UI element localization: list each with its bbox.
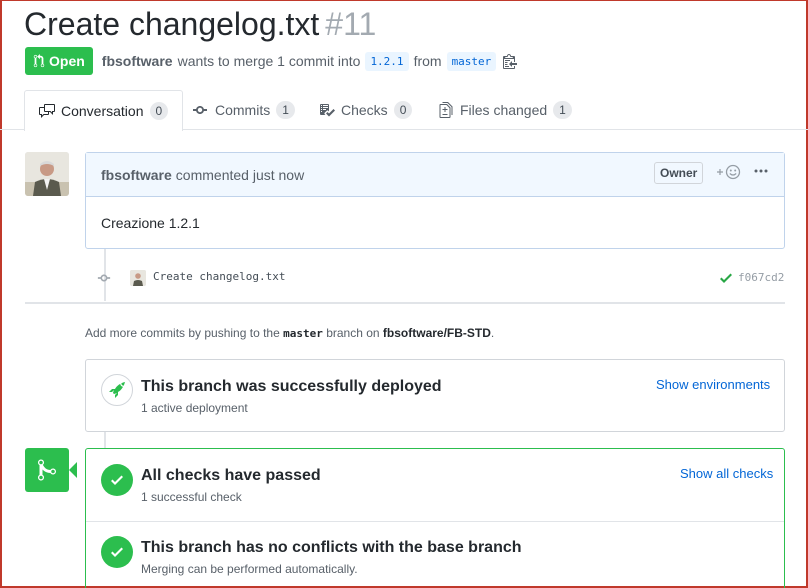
merge-box-separator	[86, 521, 784, 522]
deployment-title: This branch was successfully deployed	[141, 378, 442, 395]
commit-sha-link[interactable]: f067cd2	[738, 271, 784, 284]
window-frame-left	[0, 0, 2, 588]
pr-meta: Open fbsoftware wants to merge 1 commit …	[25, 47, 519, 75]
commit-row: Create changelog.txt f067cd2	[97, 266, 787, 290]
pr-state-label: Open	[49, 53, 85, 69]
comment-body: Creazione 1.2.1	[101, 215, 200, 231]
comment-discussion-icon	[39, 104, 55, 118]
timeline-divider	[25, 302, 785, 304]
pr-tabs: Conversation 0 Commits 1 Checks 0 Files …	[0, 90, 808, 131]
push-hint: Add more commits by pushing to the maste…	[85, 326, 494, 340]
git-commit-icon	[193, 106, 207, 114]
tab-files-changed-count: 1	[553, 101, 572, 119]
owner-badge: Owner	[654, 162, 704, 184]
tab-checks-label: Checks	[341, 102, 388, 118]
deployment-subtitle: 1 active deployment	[141, 401, 248, 415]
rocket-icon	[101, 374, 133, 406]
comment-box: fbsoftware commented just now Owner Crea…	[85, 152, 785, 249]
tab-files-changed-label: Files changed	[460, 102, 548, 118]
check-circle-icon	[101, 536, 133, 568]
pr-number: #11	[325, 6, 377, 42]
comment-author-link[interactable]: fbsoftware	[101, 167, 172, 183]
head-branch-label[interactable]: master	[446, 51, 497, 71]
merge-box-pointer	[69, 462, 77, 478]
checklist-icon	[320, 104, 335, 117]
pr-merge-info: fbsoftware wants to merge 1 commit into …	[102, 51, 520, 71]
pr-state-badge: Open	[25, 47, 93, 75]
commit-author-avatar[interactable]	[130, 270, 146, 286]
tab-commits[interactable]: Commits 1	[193, 90, 295, 130]
push-hint-suffix: .	[490, 326, 495, 340]
git-merge-icon	[25, 448, 69, 492]
comment-timestamp[interactable]: commented just now	[176, 167, 304, 183]
base-branch-label[interactable]: 1.2.1	[365, 51, 409, 71]
pr-from-text: from	[413, 53, 442, 69]
tab-checks-count: 0	[393, 101, 413, 119]
tab-checks[interactable]: Checks 0	[319, 90, 413, 130]
diff-icon	[439, 102, 453, 118]
tab-commits-label: Commits	[215, 102, 271, 118]
pr-author-link[interactable]: fbsoftware	[102, 53, 173, 69]
pr-title-text: Create changelog.txt	[24, 6, 320, 42]
checks-subtitle: 1 successful check	[141, 490, 242, 504]
push-hint-middle: branch on	[326, 326, 380, 340]
git-pull-request-icon	[33, 54, 45, 68]
show-environments-link[interactable]: Show environments	[656, 377, 770, 392]
push-hint-branch: master	[283, 327, 323, 340]
conflicts-title: This branch has no conflicts with the ba…	[141, 539, 522, 556]
tab-conversation[interactable]: Conversation 0	[24, 90, 184, 131]
timeline-line	[104, 432, 106, 448]
check-circle-icon	[101, 464, 133, 496]
push-hint-prefix: Add more commits by pushing to the	[85, 326, 280, 340]
comment-header: fbsoftware commented just now Owner	[86, 153, 784, 197]
show-all-checks-link[interactable]: Show all checks	[680, 466, 773, 481]
clippy-icon[interactable]	[503, 53, 519, 69]
kebab-horizontal-icon[interactable]	[754, 163, 768, 184]
avatar-image	[25, 152, 69, 196]
commit-message-link[interactable]: Create changelog.txt	[153, 270, 285, 283]
conflicts-subtitle: Merging can be performed automatically.	[141, 562, 358, 576]
tab-files-changed[interactable]: Files changed 1	[438, 90, 572, 130]
merge-status-box: All checks have passed 1 successful chec…	[85, 448, 785, 588]
repo-link[interactable]: fbsoftware/FB-STD	[383, 326, 491, 340]
smiley-plus-icon	[717, 164, 741, 180]
tab-commits-count: 1	[276, 101, 295, 119]
check-icon[interactable]	[718, 270, 734, 286]
add-reaction-button[interactable]	[714, 164, 742, 180]
deployment-box: This branch was successfully deployed 1 …	[85, 359, 785, 432]
tab-conversation-label: Conversation	[61, 103, 144, 119]
tab-conversation-count: 0	[149, 102, 169, 120]
pr-merge-text: wants to merge 1 commit into	[177, 53, 361, 69]
git-commit-icon	[97, 274, 111, 282]
window-frame-top	[0, 0, 808, 1]
pr-title: Create changelog.txt #11	[24, 4, 376, 44]
checks-title: All checks have passed	[141, 467, 321, 484]
avatar[interactable]	[25, 152, 69, 196]
